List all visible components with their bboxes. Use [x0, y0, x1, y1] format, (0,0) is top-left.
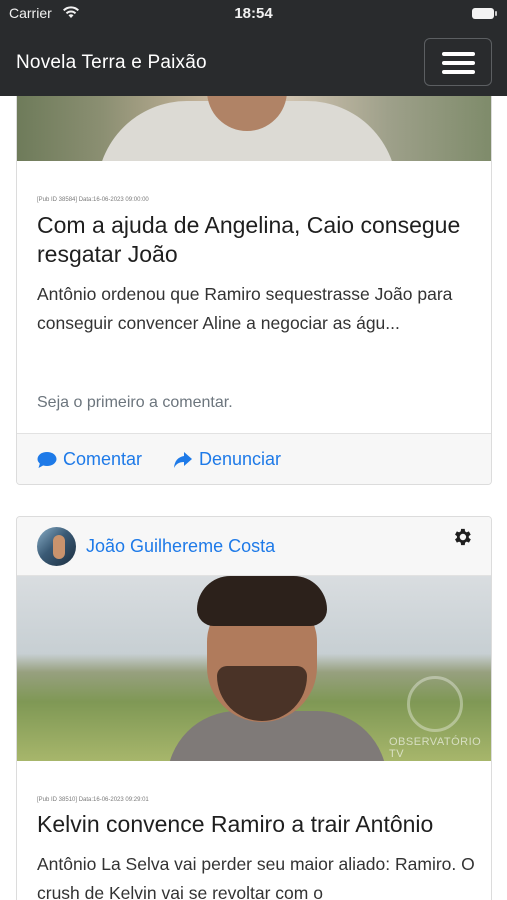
app-title[interactable]: Novela Terra e Paixão: [16, 52, 207, 74]
report-button[interactable]: Denunciar: [173, 449, 281, 470]
post-meta: [Pub ID 38584] Data:16-06-2023 09:00:00: [37, 197, 149, 203]
post-card: [Pub ID 38584] Data:16-06-2023 09:00:00 …: [16, 60, 492, 485]
post-excerpt: Antônio ordenou que Ramiro sequestrasse …: [37, 284, 453, 333]
post-excerpt: Antônio La Selva vai perder seu maior al…: [37, 854, 475, 900]
post-title[interactable]: Com a ajuda de Angelina, Caio consegue r…: [37, 211, 477, 269]
post-card: João Guilhereme Costa OBSERVATÓRIO TV [P…: [16, 516, 492, 900]
watermark-logo: [407, 676, 463, 732]
photo-hair: [197, 576, 327, 626]
navbar: Carrier 18:54 Novela Terra e Paixão: [0, 0, 507, 96]
hamburger-menu-icon: [442, 70, 475, 74]
watermark: OBSERVATÓRIO TV: [389, 736, 482, 760]
post-header: João Guilhereme Costa: [17, 517, 491, 576]
hamburger-menu-button[interactable]: [424, 38, 492, 86]
report-label: Denunciar: [199, 449, 282, 469]
post-meta: [Pub ID 38510] Data:16-06-2023 09:29:01: [37, 797, 149, 803]
author-link[interactable]: João Guilhereme Costa: [86, 536, 275, 557]
comment-button[interactable]: Comentar: [37, 449, 142, 470]
comments-hint: Seja o primeiro a comentar.: [37, 394, 233, 411]
share-icon: [174, 451, 192, 468]
avatar[interactable]: [37, 527, 76, 566]
status-bar: Carrier 18:54: [0, 0, 507, 28]
clock: 18:54: [234, 5, 273, 22]
battery-icon: [472, 8, 497, 19]
comment-label: Comentar: [63, 449, 143, 469]
news-feed[interactable]: [Pub ID 38584] Data:16-06-2023 09:00:00 …: [0, 0, 507, 900]
gear-icon[interactable]: [451, 526, 473, 548]
post-image[interactable]: OBSERVATÓRIO TV: [17, 576, 491, 761]
post-actions: Comentar Denunciar: [17, 433, 491, 484]
hamburger-menu-icon: [442, 52, 475, 56]
comment-icon: [37, 451, 57, 468]
post-title[interactable]: Kelvin convence Ramiro a trair Antônio: [37, 810, 477, 839]
hamburger-menu-icon: [442, 61, 475, 65]
